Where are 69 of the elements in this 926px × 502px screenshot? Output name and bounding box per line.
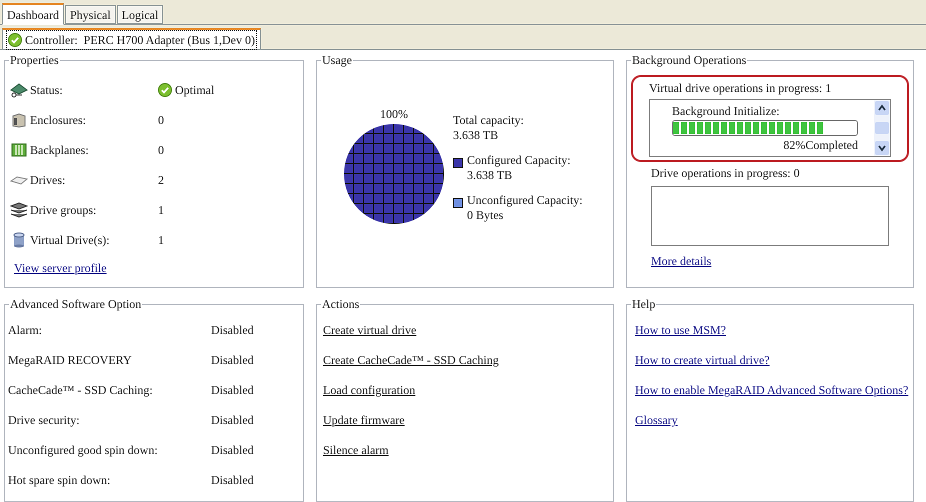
option-value: Disabled: [211, 472, 254, 489]
property-value: 2: [158, 172, 164, 189]
scrollbar[interactable]: [874, 100, 890, 156]
action-link[interactable]: Silence alarm: [323, 441, 389, 471]
pie-value-label: 100%: [380, 106, 408, 123]
property-value: 0: [158, 112, 164, 129]
controller-label: Controller: PERC H700 Adapter (Bus 1,Dev 0): [25, 32, 255, 48]
total-capacity-value: 3.638 TB: [453, 128, 500, 143]
action-link[interactable]: Create virtual drive: [323, 321, 416, 351]
option-value: Disabled: [211, 352, 254, 369]
more-details-link[interactable]: More details: [651, 252, 712, 270]
panel-title: Background Operations: [631, 53, 748, 67]
legend-value: 3.638 TB: [467, 168, 514, 183]
enclosure-icon: [11, 112, 27, 128]
drive-ops-label: Drive operations in progress: 0: [651, 165, 801, 182]
help-link[interactable]: How to create virtual drive?: [635, 351, 770, 381]
legend-label: Unconfigured Capacity:: [467, 193, 583, 208]
action-link[interactable]: Load configuration: [323, 381, 416, 411]
property-value: Optimal: [175, 82, 214, 99]
property-label: Drive groups:: [30, 202, 98, 219]
tab[interactable]: Dashboard: [2, 3, 64, 25]
legend-label: Configured Capacity:: [467, 153, 571, 168]
view-server-profile-link[interactable]: View server profile: [14, 259, 107, 277]
virtual-drive-ops-label: Virtual drive operations in progress: 1: [649, 80, 832, 97]
progress-reading: 82%Completed: [782, 137, 858, 154]
action-link[interactable]: Update firmware: [323, 411, 405, 441]
stacked-drives-icon: [10, 202, 28, 218]
panel-title: Actions: [321, 297, 360, 311]
property-label: Status:: [30, 82, 64, 99]
property-value: 0: [158, 142, 164, 159]
check-icon: [158, 83, 172, 97]
option-label: MegaRAID RECOVERY: [8, 352, 133, 369]
property-value: 1: [158, 202, 164, 219]
property-label: Enclosures:: [30, 112, 87, 129]
operation-name: Background Initialize:: [672, 103, 781, 120]
drive-icon: [10, 174, 28, 186]
option-value: Disabled: [211, 442, 254, 459]
option-label: Unconfigured good spin down:: [8, 442, 159, 459]
cylinder-icon: [12, 232, 26, 248]
option-label: Alarm:: [8, 322, 43, 339]
tab[interactable]: Physical: [64, 5, 116, 24]
panel-title: Advanced Software Option: [9, 297, 142, 311]
controller-tab[interactable]: Controller: PERC H700 Adapter (Bus 1,Dev 0): [2, 28, 261, 50]
total-capacity-label: Total capacity:: [453, 113, 525, 128]
option-label: Drive security:: [8, 412, 81, 429]
scroll-up-icon[interactable]: [875, 101, 889, 115]
check-icon: [8, 32, 22, 46]
panel-title: Help: [631, 297, 656, 311]
tab[interactable]: Logical: [116, 5, 164, 24]
help-link[interactable]: Glossary: [635, 411, 678, 441]
option-label: Hot spare spin down:: [8, 472, 112, 489]
option-label: CacheCade™ - SSD Caching:: [8, 382, 154, 399]
scroll-thumb[interactable]: [875, 122, 889, 134]
property-value: 1: [158, 232, 164, 249]
action-link[interactable]: Create CacheCade™ - SSD Caching: [323, 351, 499, 381]
panel-title: Usage: [321, 53, 353, 67]
option-value: Disabled: [211, 412, 254, 429]
option-value: Disabled: [211, 382, 254, 399]
property-label: Drives:: [30, 172, 66, 189]
help-link[interactable]: How to use MSM?: [635, 321, 726, 351]
panel-title: Properties: [9, 53, 60, 67]
option-value: Disabled: [211, 322, 254, 339]
property-label: Virtual Drive(s):: [30, 232, 111, 249]
property-label: Backplanes:: [30, 142, 90, 159]
backplane-icon: [11, 142, 27, 158]
legend-value: 0 Bytes: [467, 208, 504, 223]
help-link[interactable]: How to enable MegaRAID Advanced Software Options?: [635, 381, 908, 411]
server-key-icon: [10, 82, 28, 98]
scroll-down-icon[interactable]: [875, 141, 889, 155]
